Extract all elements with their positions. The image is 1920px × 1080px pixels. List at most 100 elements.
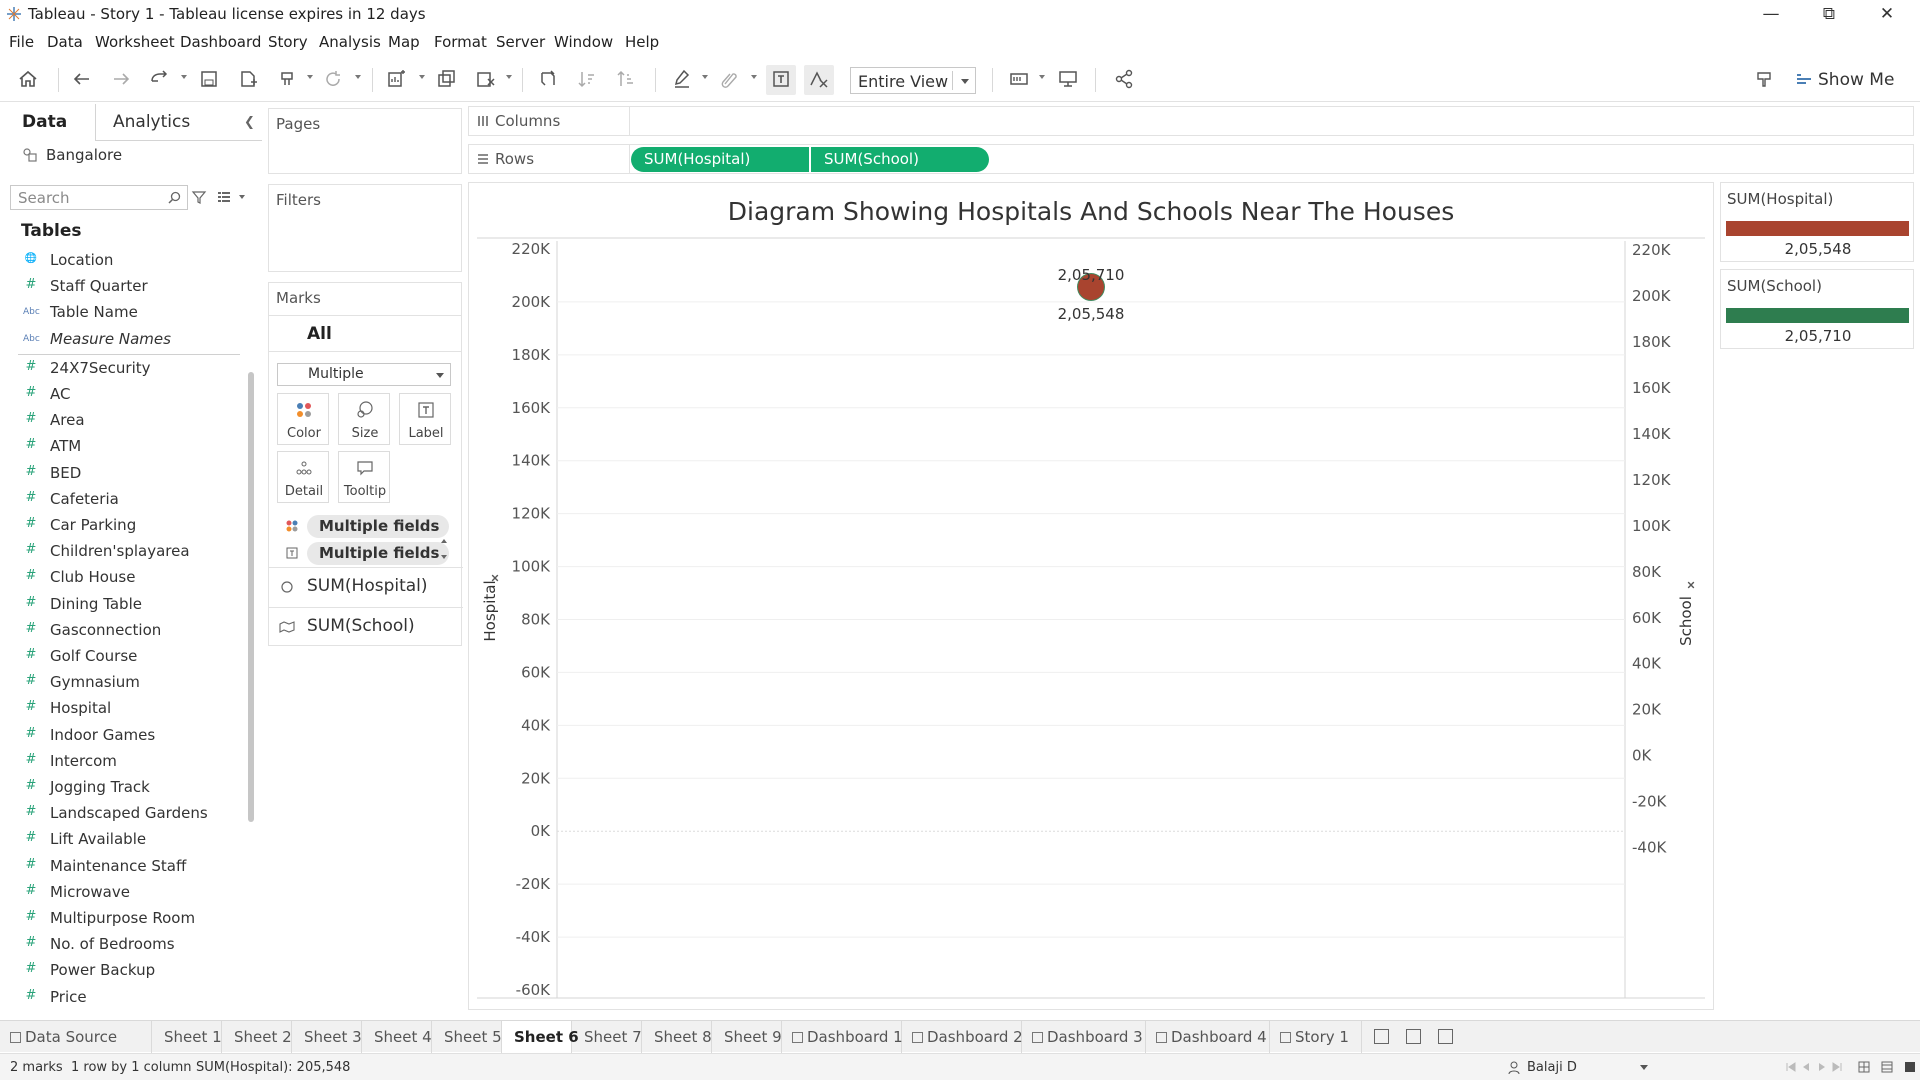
field-item[interactable]: Abc Table Name bbox=[0, 300, 244, 326]
marks-all-tab[interactable]: All bbox=[307, 324, 332, 344]
field-item[interactable]: # Dining Table bbox=[0, 592, 244, 618]
scroll-up-icon[interactable] bbox=[441, 539, 447, 543]
minimize-icon[interactable]: — bbox=[1742, 0, 1800, 29]
field-item[interactable]: Abc Measure Names bbox=[0, 327, 244, 353]
field-item[interactable]: # Gymnasium bbox=[0, 670, 244, 696]
menu-map[interactable]: Map bbox=[388, 33, 420, 51]
close-icon[interactable]: ✕ bbox=[1858, 0, 1916, 29]
menu-story[interactable]: Story bbox=[268, 33, 308, 51]
mark-type-dropdown[interactable]: Multiple bbox=[277, 363, 451, 386]
field-item[interactable]: # AC bbox=[0, 382, 244, 408]
tab-sheet[interactable]: Sheet 2 bbox=[222, 1021, 292, 1053]
size-button[interactable]: Size bbox=[338, 393, 390, 445]
tab-dashboard[interactable]: Dashboard 4 bbox=[1146, 1021, 1270, 1053]
fix-axes-icon[interactable] bbox=[807, 67, 831, 91]
tab-sheet[interactable]: Sheet 6 bbox=[502, 1021, 579, 1053]
menu-file[interactable]: File bbox=[9, 33, 34, 51]
field-item[interactable]: # Children'splayarea bbox=[0, 539, 244, 565]
field-item[interactable]: # Indoor Games bbox=[0, 723, 244, 749]
refresh-icon[interactable] bbox=[321, 67, 345, 91]
tab-sheet[interactable]: Sheet 7 bbox=[572, 1021, 642, 1053]
detail-button[interactable]: Detail bbox=[277, 451, 329, 503]
group-members-icon[interactable] bbox=[717, 67, 741, 91]
collapse-pane-icon[interactable]: ❮ bbox=[244, 115, 255, 130]
chevron-down-icon[interactable] bbox=[1640, 1065, 1648, 1070]
field-item[interactable]: # Intercom bbox=[0, 749, 244, 775]
restore-icon[interactable]: ⧉ bbox=[1800, 0, 1858, 29]
fit-mode-dropdown[interactable]: Entire View bbox=[850, 67, 976, 94]
menu-data[interactable]: Data bbox=[47, 33, 83, 51]
tab-data-source[interactable]: Data Source bbox=[0, 1021, 152, 1053]
field-item[interactable]: # Cafeteria bbox=[0, 487, 244, 513]
status-user[interactable]: Balaji D bbox=[1527, 1060, 1577, 1075]
tab-dashboard[interactable]: Dashboard 2 bbox=[902, 1021, 1023, 1053]
menu-format[interactable]: Format bbox=[434, 33, 487, 51]
label-field-pill[interactable]: Multiple fields bbox=[307, 542, 449, 565]
field-item[interactable]: # Jogging Track bbox=[0, 775, 244, 801]
field-list-scrollbar[interactable] bbox=[248, 372, 254, 822]
field-item[interactable]: #Rain Water Harvesting bbox=[0, 1011, 244, 1013]
replay-icon[interactable] bbox=[147, 67, 171, 91]
filter-fields-icon[interactable] bbox=[191, 189, 207, 205]
undo-icon[interactable] bbox=[70, 67, 94, 91]
new-worksheet-icon[interactable] bbox=[1374, 1029, 1389, 1044]
field-search-input[interactable]: Search bbox=[10, 185, 188, 210]
clear-sheet-icon[interactable] bbox=[473, 67, 497, 91]
rows-shelf[interactable]: Rows SUM(Hospital) SUM(School) bbox=[468, 144, 1914, 174]
tab-sheet[interactable]: Sheet 9 bbox=[712, 1021, 782, 1053]
color-field-pill[interactable]: Multiple fields bbox=[307, 515, 449, 538]
redo-icon[interactable] bbox=[109, 67, 133, 91]
menu-server[interactable]: Server bbox=[496, 33, 545, 51]
menu-window[interactable]: Window bbox=[554, 33, 613, 51]
duplicate-sheet-icon[interactable] bbox=[434, 67, 458, 91]
tab-sheet[interactable]: Sheet 1 bbox=[152, 1021, 222, 1053]
view-options-icon[interactable] bbox=[217, 190, 231, 204]
field-item[interactable]: # Car Parking bbox=[0, 513, 244, 539]
new-story-icon[interactable] bbox=[1438, 1029, 1453, 1044]
tab-sheet[interactable]: Sheet 8 bbox=[642, 1021, 712, 1053]
tab-sheet[interactable]: Sheet 5 bbox=[432, 1021, 502, 1053]
marks-hospital-tab[interactable]: SUM(Hospital) bbox=[269, 567, 463, 605]
tab-navigation-icon[interactable] bbox=[1785, 1061, 1845, 1073]
sort-ascending-icon[interactable] bbox=[575, 67, 599, 91]
tab-analytics[interactable]: Analytics bbox=[113, 112, 190, 132]
legend-school[interactable]: SUM(School) 2,05,710 bbox=[1720, 269, 1914, 349]
field-item[interactable]: # Price bbox=[0, 985, 244, 1011]
show-cards-icon[interactable] bbox=[1007, 67, 1031, 91]
ask-data-pin-icon[interactable] bbox=[1752, 67, 1776, 91]
field-item[interactable]: # Area bbox=[0, 408, 244, 434]
new-worksheet-icon[interactable] bbox=[384, 67, 408, 91]
field-item[interactable]: # Maintenance Staff bbox=[0, 854, 244, 880]
new-datasource-icon[interactable] bbox=[236, 67, 260, 91]
field-item[interactable]: #24X7Security bbox=[0, 356, 244, 382]
menu-dashboard[interactable]: Dashboard bbox=[180, 33, 261, 51]
field-item[interactable]: # Lift Available bbox=[0, 827, 244, 853]
marks-school-tab[interactable]: SUM(School) bbox=[269, 607, 463, 645]
new-dashboard-icon[interactable] bbox=[1406, 1029, 1421, 1044]
tab-sheet[interactable]: Sheet 3 bbox=[292, 1021, 362, 1053]
menu-worksheet[interactable]: Worksheet bbox=[95, 33, 175, 51]
field-item[interactable]: # Staff Quarter bbox=[0, 274, 244, 300]
field-item[interactable]: # Power Backup bbox=[0, 958, 244, 984]
label-button[interactable]: Label bbox=[399, 393, 451, 445]
pages-shelf[interactable]: Pages bbox=[268, 108, 462, 174]
menu-analysis[interactable]: Analysis bbox=[319, 33, 381, 51]
swap-rows-columns-icon[interactable] bbox=[536, 67, 560, 91]
pause-updates-icon[interactable] bbox=[275, 67, 299, 91]
tab-sheet[interactable]: Sheet 4 bbox=[362, 1021, 432, 1053]
menu-help[interactable]: Help bbox=[625, 33, 659, 51]
field-item[interactable]: # Landscaped Gardens bbox=[0, 801, 244, 827]
tab-data[interactable]: Data bbox=[22, 112, 67, 132]
save-icon[interactable] bbox=[197, 67, 221, 91]
columns-shelf[interactable]: Columns bbox=[468, 106, 1914, 136]
share-icon[interactable] bbox=[1112, 67, 1136, 91]
chevron-down-icon[interactable] bbox=[239, 195, 245, 199]
field-item[interactable]: # ATM bbox=[0, 434, 244, 460]
color-button[interactable]: Color bbox=[277, 393, 329, 445]
field-item[interactable]: # Multipurpose Room bbox=[0, 906, 244, 932]
filters-shelf[interactable]: Filters bbox=[268, 184, 462, 272]
legend-hospital[interactable]: SUM(Hospital) 2,05,548 bbox=[1720, 182, 1914, 262]
view-mode-icons[interactable] bbox=[1858, 1061, 1918, 1074]
show-mark-labels-icon[interactable] bbox=[769, 67, 793, 91]
scroll-down-icon[interactable] bbox=[441, 555, 447, 559]
